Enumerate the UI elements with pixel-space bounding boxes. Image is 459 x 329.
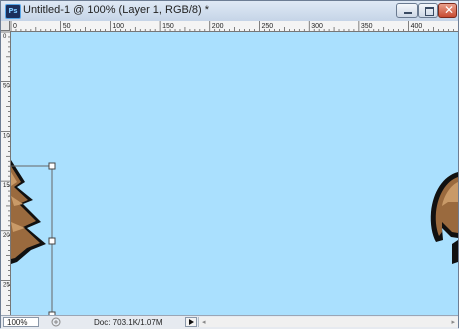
maximize-icon xyxy=(425,7,434,16)
document-window: Ps Untitled-1 @ 100% (Layer 1, RGB/8) * … xyxy=(0,0,459,329)
ruler-label: 150 xyxy=(3,183,10,189)
minimize-button[interactable] xyxy=(396,3,418,18)
image-canvas[interactable] xyxy=(11,32,458,315)
ruler-label: 250 xyxy=(262,23,274,30)
scroll-right-arrow-icon[interactable]: ▸ xyxy=(451,319,455,326)
status-info-icon[interactable] xyxy=(51,317,61,327)
transform-handle[interactable] xyxy=(48,162,56,170)
close-button[interactable]: ✕ xyxy=(438,3,457,18)
horizontal-scrollbar[interactable]: ◂ ▸ xyxy=(198,317,458,327)
maximize-button[interactable] xyxy=(418,3,438,18)
horizontal-ruler[interactable]: 050100150200250300350400450500550 xyxy=(10,21,458,32)
title-bar[interactable]: Ps Untitled-1 @ 100% (Layer 1, RGB/8) * … xyxy=(1,1,458,21)
ruler-label: 300 xyxy=(311,23,323,30)
ruler-label: 50 xyxy=(3,84,10,90)
left-character-hair xyxy=(11,160,46,264)
ruler-label: 200 xyxy=(3,233,10,239)
ruler-origin[interactable] xyxy=(1,21,10,31)
right-character-hair xyxy=(430,172,458,264)
transform-handle[interactable] xyxy=(48,237,56,245)
ruler-label: 100 xyxy=(3,133,10,139)
ruler-label: 200 xyxy=(212,23,224,30)
ruler-label: 0 xyxy=(3,34,7,40)
horizontal-ruler-ticks: 050100150200250300350400450500550 xyxy=(10,21,454,31)
ruler-label: 400 xyxy=(411,23,423,30)
ruler-label: 150 xyxy=(162,23,174,30)
status-bar: 100% Doc: 703.1K/1.07M ◂ ▸ xyxy=(1,315,458,329)
vertical-ruler[interactable]: 0 50 100 150 200 250 xyxy=(1,31,11,315)
ruler-label: 0 xyxy=(13,23,17,30)
minimize-icon xyxy=(404,12,412,14)
canvas-artwork xyxy=(11,160,458,315)
close-icon: ✕ xyxy=(444,3,455,17)
ruler-label: 100 xyxy=(112,23,124,30)
status-menu-arrow-button[interactable] xyxy=(185,317,197,327)
scroll-left-arrow-icon[interactable]: ◂ xyxy=(202,319,206,326)
document-size-info: Doc: 703.1K/1.07M xyxy=(94,318,163,327)
ruler-label: 350 xyxy=(361,23,373,30)
photoshop-app-icon: Ps xyxy=(5,4,21,19)
vertical-ruler-ticks: 0 50 100 150 200 250 xyxy=(1,31,10,311)
zoom-level-field[interactable]: 100% xyxy=(3,317,39,327)
window-title: Untitled-1 @ 100% (Layer 1, RGB/8) * xyxy=(23,4,210,16)
ruler-label: 50 xyxy=(63,23,71,30)
ruler-label: 250 xyxy=(3,283,10,289)
